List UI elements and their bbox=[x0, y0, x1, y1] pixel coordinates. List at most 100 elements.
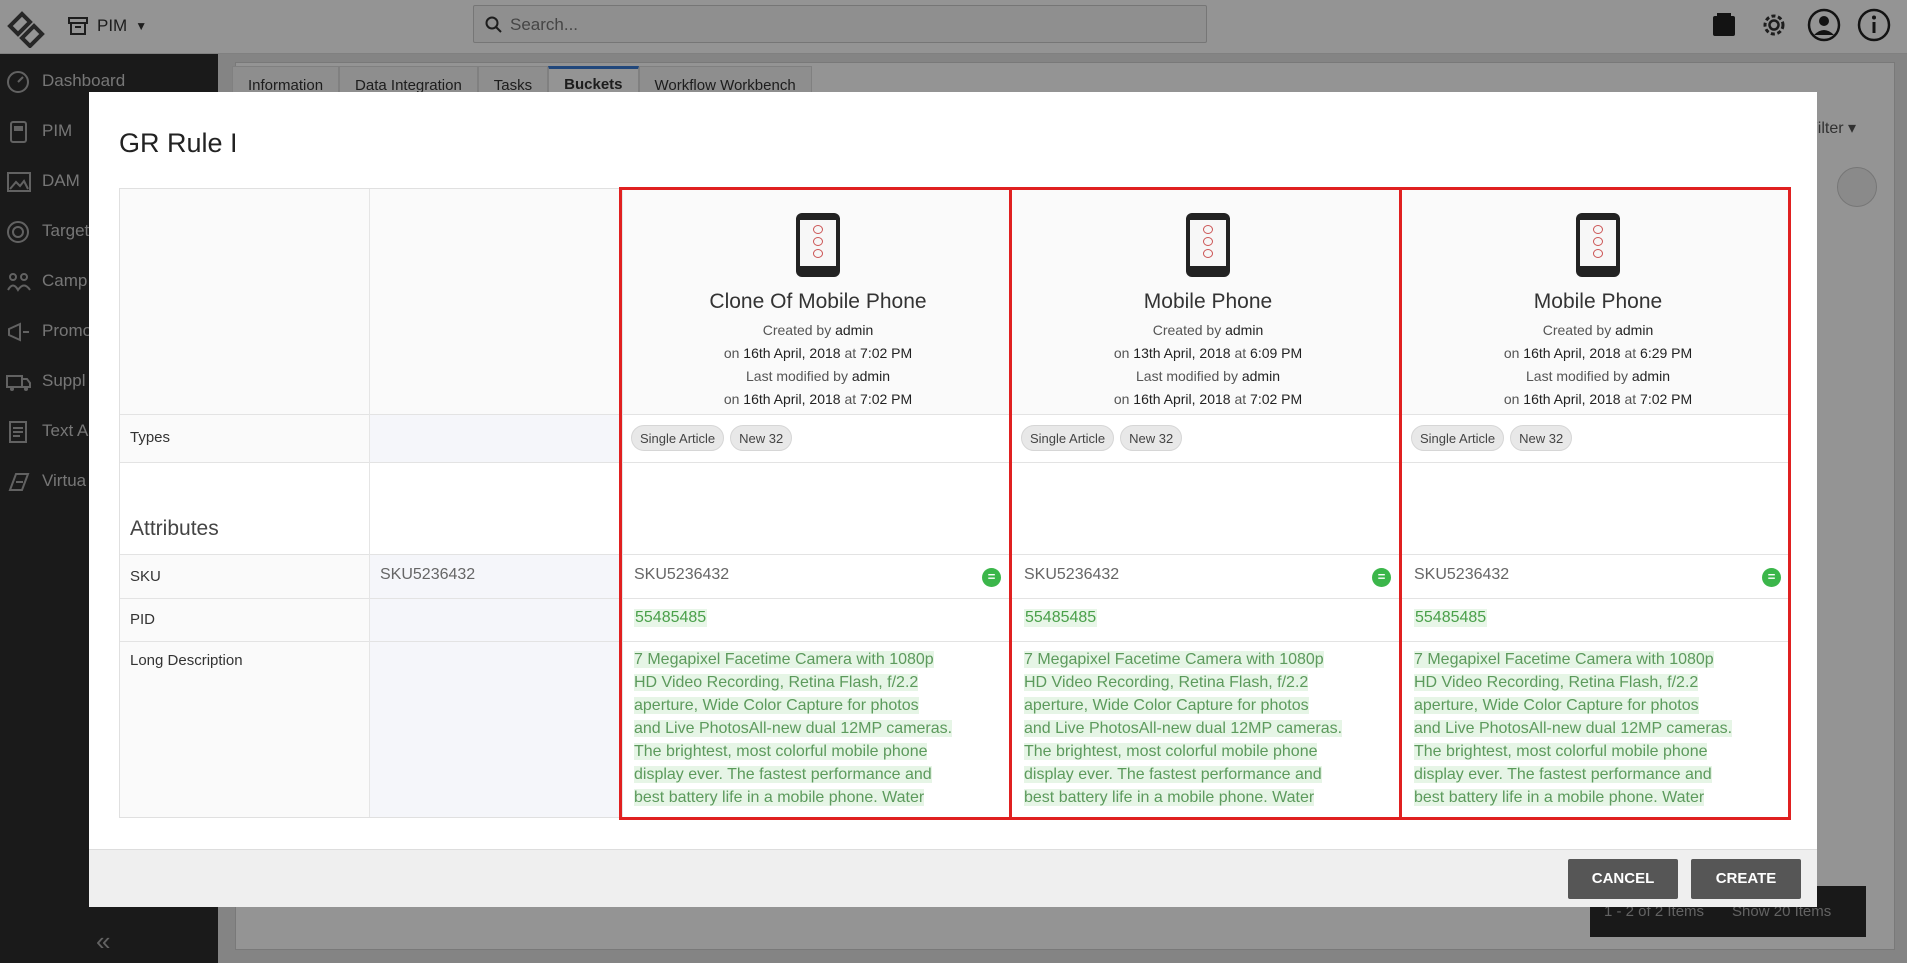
reference-column: SKU5236432 bbox=[370, 189, 623, 817]
product-thumbnail[interactable] bbox=[796, 213, 840, 277]
reference-attributes-cell bbox=[370, 463, 622, 555]
description-line: display ever. The fastest performance an… bbox=[1414, 766, 1712, 783]
modified-date: 16th April, 2018 bbox=[1523, 391, 1621, 407]
description-line: aperture, Wide Color Capture for photos bbox=[634, 697, 919, 714]
created-time: 6:29 PM bbox=[1640, 345, 1693, 361]
pid-cell: 55485485 bbox=[623, 599, 1013, 642]
created-date: 13th April, 2018 bbox=[1133, 345, 1231, 361]
long-description-row-label: Long Description bbox=[120, 642, 369, 817]
create-button[interactable]: CREATE bbox=[1691, 859, 1801, 899]
compare-modal: GR Rule I Types Attributes SKU PID Long … bbox=[89, 92, 1817, 907]
description-line: display ever. The fastest performance an… bbox=[634, 766, 932, 783]
sku-value: SKU5236432 bbox=[1414, 566, 1510, 583]
created-by-prefix: Created by bbox=[1152, 322, 1222, 338]
created-on-line: on 16th April, 2018 at 6:29 PM bbox=[1403, 345, 1788, 361]
description-line: 7 Megapixel Facetime Camera with 1080p bbox=[634, 651, 934, 668]
modal-title: GR Rule I bbox=[119, 128, 238, 158]
modified-by-line: Last modified by admin bbox=[1403, 368, 1788, 384]
product-name: Mobile Phone bbox=[1533, 290, 1663, 313]
modified-by-user: admin bbox=[1241, 368, 1280, 384]
description-line: display ever. The fastest performance an… bbox=[1024, 766, 1322, 783]
attributes-cell bbox=[1403, 463, 1788, 555]
created-date: 16th April, 2018 bbox=[743, 345, 841, 361]
created-on-line: on 16th April, 2018 at 7:02 PM bbox=[623, 345, 1013, 361]
created-by-line: Created by admin bbox=[623, 322, 1013, 338]
types-cell: Single Article New 32 bbox=[623, 415, 1013, 463]
description-line: The brightest, most colorful mobile phon… bbox=[1024, 743, 1318, 760]
reference-long-description-cell bbox=[370, 642, 622, 817]
modified-by-line: Last modified by admin bbox=[1013, 368, 1403, 384]
reference-types-cell bbox=[370, 415, 622, 463]
created-by-prefix: Created by bbox=[1542, 322, 1612, 338]
created-time: 6:09 PM bbox=[1250, 345, 1303, 361]
description-line: HD Video Recording, Retina Flash, f/2.2 bbox=[1024, 674, 1309, 691]
description-line: HD Video Recording, Retina Flash, f/2.2 bbox=[634, 674, 919, 691]
modified-by-user: admin bbox=[1631, 368, 1670, 384]
modified-by-prefix: Last modified by bbox=[1526, 368, 1628, 384]
created-by-user: admin bbox=[835, 322, 874, 338]
description-line: aperture, Wide Color Capture for photos bbox=[1024, 697, 1309, 714]
long-description-cell: 7 Megapixel Facetime Camera with 1080p H… bbox=[1403, 642, 1788, 817]
type-chip: Single Article bbox=[1411, 425, 1505, 451]
pid-cell: 55485485 bbox=[1013, 599, 1403, 642]
long-description-label: Long Description bbox=[130, 652, 243, 669]
created-by-line: Created by admin bbox=[1403, 322, 1788, 338]
modified-at-prefix: at bbox=[1234, 391, 1247, 407]
modified-time: 7:02 PM bbox=[860, 391, 913, 407]
modified-on-prefix: on bbox=[723, 391, 740, 407]
attributes-cell bbox=[623, 463, 1013, 555]
created-on-prefix: on bbox=[1113, 345, 1130, 361]
created-by-user: admin bbox=[1225, 322, 1264, 338]
modified-time: 7:02 PM bbox=[1250, 391, 1303, 407]
modified-on-prefix: on bbox=[1503, 391, 1520, 407]
product-name: Clone Of Mobile Phone bbox=[709, 290, 927, 313]
attributes-section: Attributes bbox=[120, 463, 369, 555]
description-line: The brightest, most colorful mobile phon… bbox=[634, 743, 928, 760]
product-header: Clone Of Mobile Phone Created by admin o… bbox=[623, 189, 1013, 415]
description-line: and Live PhotosAll-new dual 12MP cameras… bbox=[634, 720, 953, 737]
types-label: Types bbox=[130, 429, 171, 446]
created-on-prefix: on bbox=[1503, 345, 1520, 361]
type-chip: Single Article bbox=[631, 425, 725, 451]
long-description-cell: 7 Megapixel Facetime Camera with 1080p H… bbox=[1013, 642, 1403, 817]
description-line: best battery life in a mobile phone. Wat… bbox=[1414, 789, 1705, 806]
sku-cell: SKU5236432 = bbox=[623, 555, 1013, 599]
created-by-prefix: Created by bbox=[762, 322, 832, 338]
sku-cell: SKU5236432 = bbox=[1403, 555, 1788, 599]
match-equal-icon: = bbox=[1372, 568, 1391, 587]
description-line: and Live PhotosAll-new dual 12MP cameras… bbox=[1024, 720, 1343, 737]
product-column-2: Mobile Phone Created by admin on 13th Ap… bbox=[1013, 189, 1403, 817]
sku-value: SKU5236432 bbox=[634, 566, 730, 583]
created-date: 16th April, 2018 bbox=[1523, 345, 1621, 361]
created-by-line: Created by admin bbox=[1013, 322, 1403, 338]
description-line: best battery life in a mobile phone. Wat… bbox=[1024, 789, 1315, 806]
description-line: 7 Megapixel Facetime Camera with 1080p bbox=[1414, 651, 1714, 668]
sku-row-label: SKU bbox=[120, 555, 369, 599]
modified-by-prefix: Last modified by bbox=[1136, 368, 1238, 384]
description-line: and Live PhotosAll-new dual 12MP cameras… bbox=[1414, 720, 1733, 737]
created-by-user: admin bbox=[1615, 322, 1654, 338]
pid-value: 55485485 bbox=[1024, 609, 1098, 627]
pid-label: PID bbox=[130, 611, 156, 628]
pid-cell: 55485485 bbox=[1403, 599, 1788, 642]
modified-date: 16th April, 2018 bbox=[1133, 391, 1231, 407]
modified-on-line: on 16th April, 2018 at 7:02 PM bbox=[1403, 391, 1788, 407]
modified-at-prefix: at bbox=[1624, 391, 1637, 407]
attributes-heading: Attributes bbox=[130, 517, 219, 540]
label-header bbox=[120, 189, 369, 415]
product-thumbnail[interactable] bbox=[1576, 213, 1620, 277]
pid-value: 55485485 bbox=[634, 609, 708, 627]
description-line: The brightest, most colorful mobile phon… bbox=[1414, 743, 1708, 760]
types-cell: Single Article New 32 bbox=[1013, 415, 1403, 463]
product-thumbnail[interactable] bbox=[1186, 213, 1230, 277]
modified-by-line: Last modified by admin bbox=[623, 368, 1013, 384]
cancel-button[interactable]: CANCEL bbox=[1568, 859, 1678, 899]
type-chip: New 32 bbox=[1510, 425, 1573, 451]
modified-time: 7:02 PM bbox=[1640, 391, 1693, 407]
modified-on-line: on 16th April, 2018 at 7:02 PM bbox=[1013, 391, 1403, 407]
product-column-3: Mobile Phone Created by admin on 16th Ap… bbox=[1403, 189, 1788, 817]
pid-value: 55485485 bbox=[1414, 609, 1488, 627]
created-at-prefix: at bbox=[1234, 345, 1247, 361]
match-equal-icon: = bbox=[982, 568, 1001, 587]
product-header: Mobile Phone Created by admin on 16th Ap… bbox=[1403, 189, 1788, 415]
